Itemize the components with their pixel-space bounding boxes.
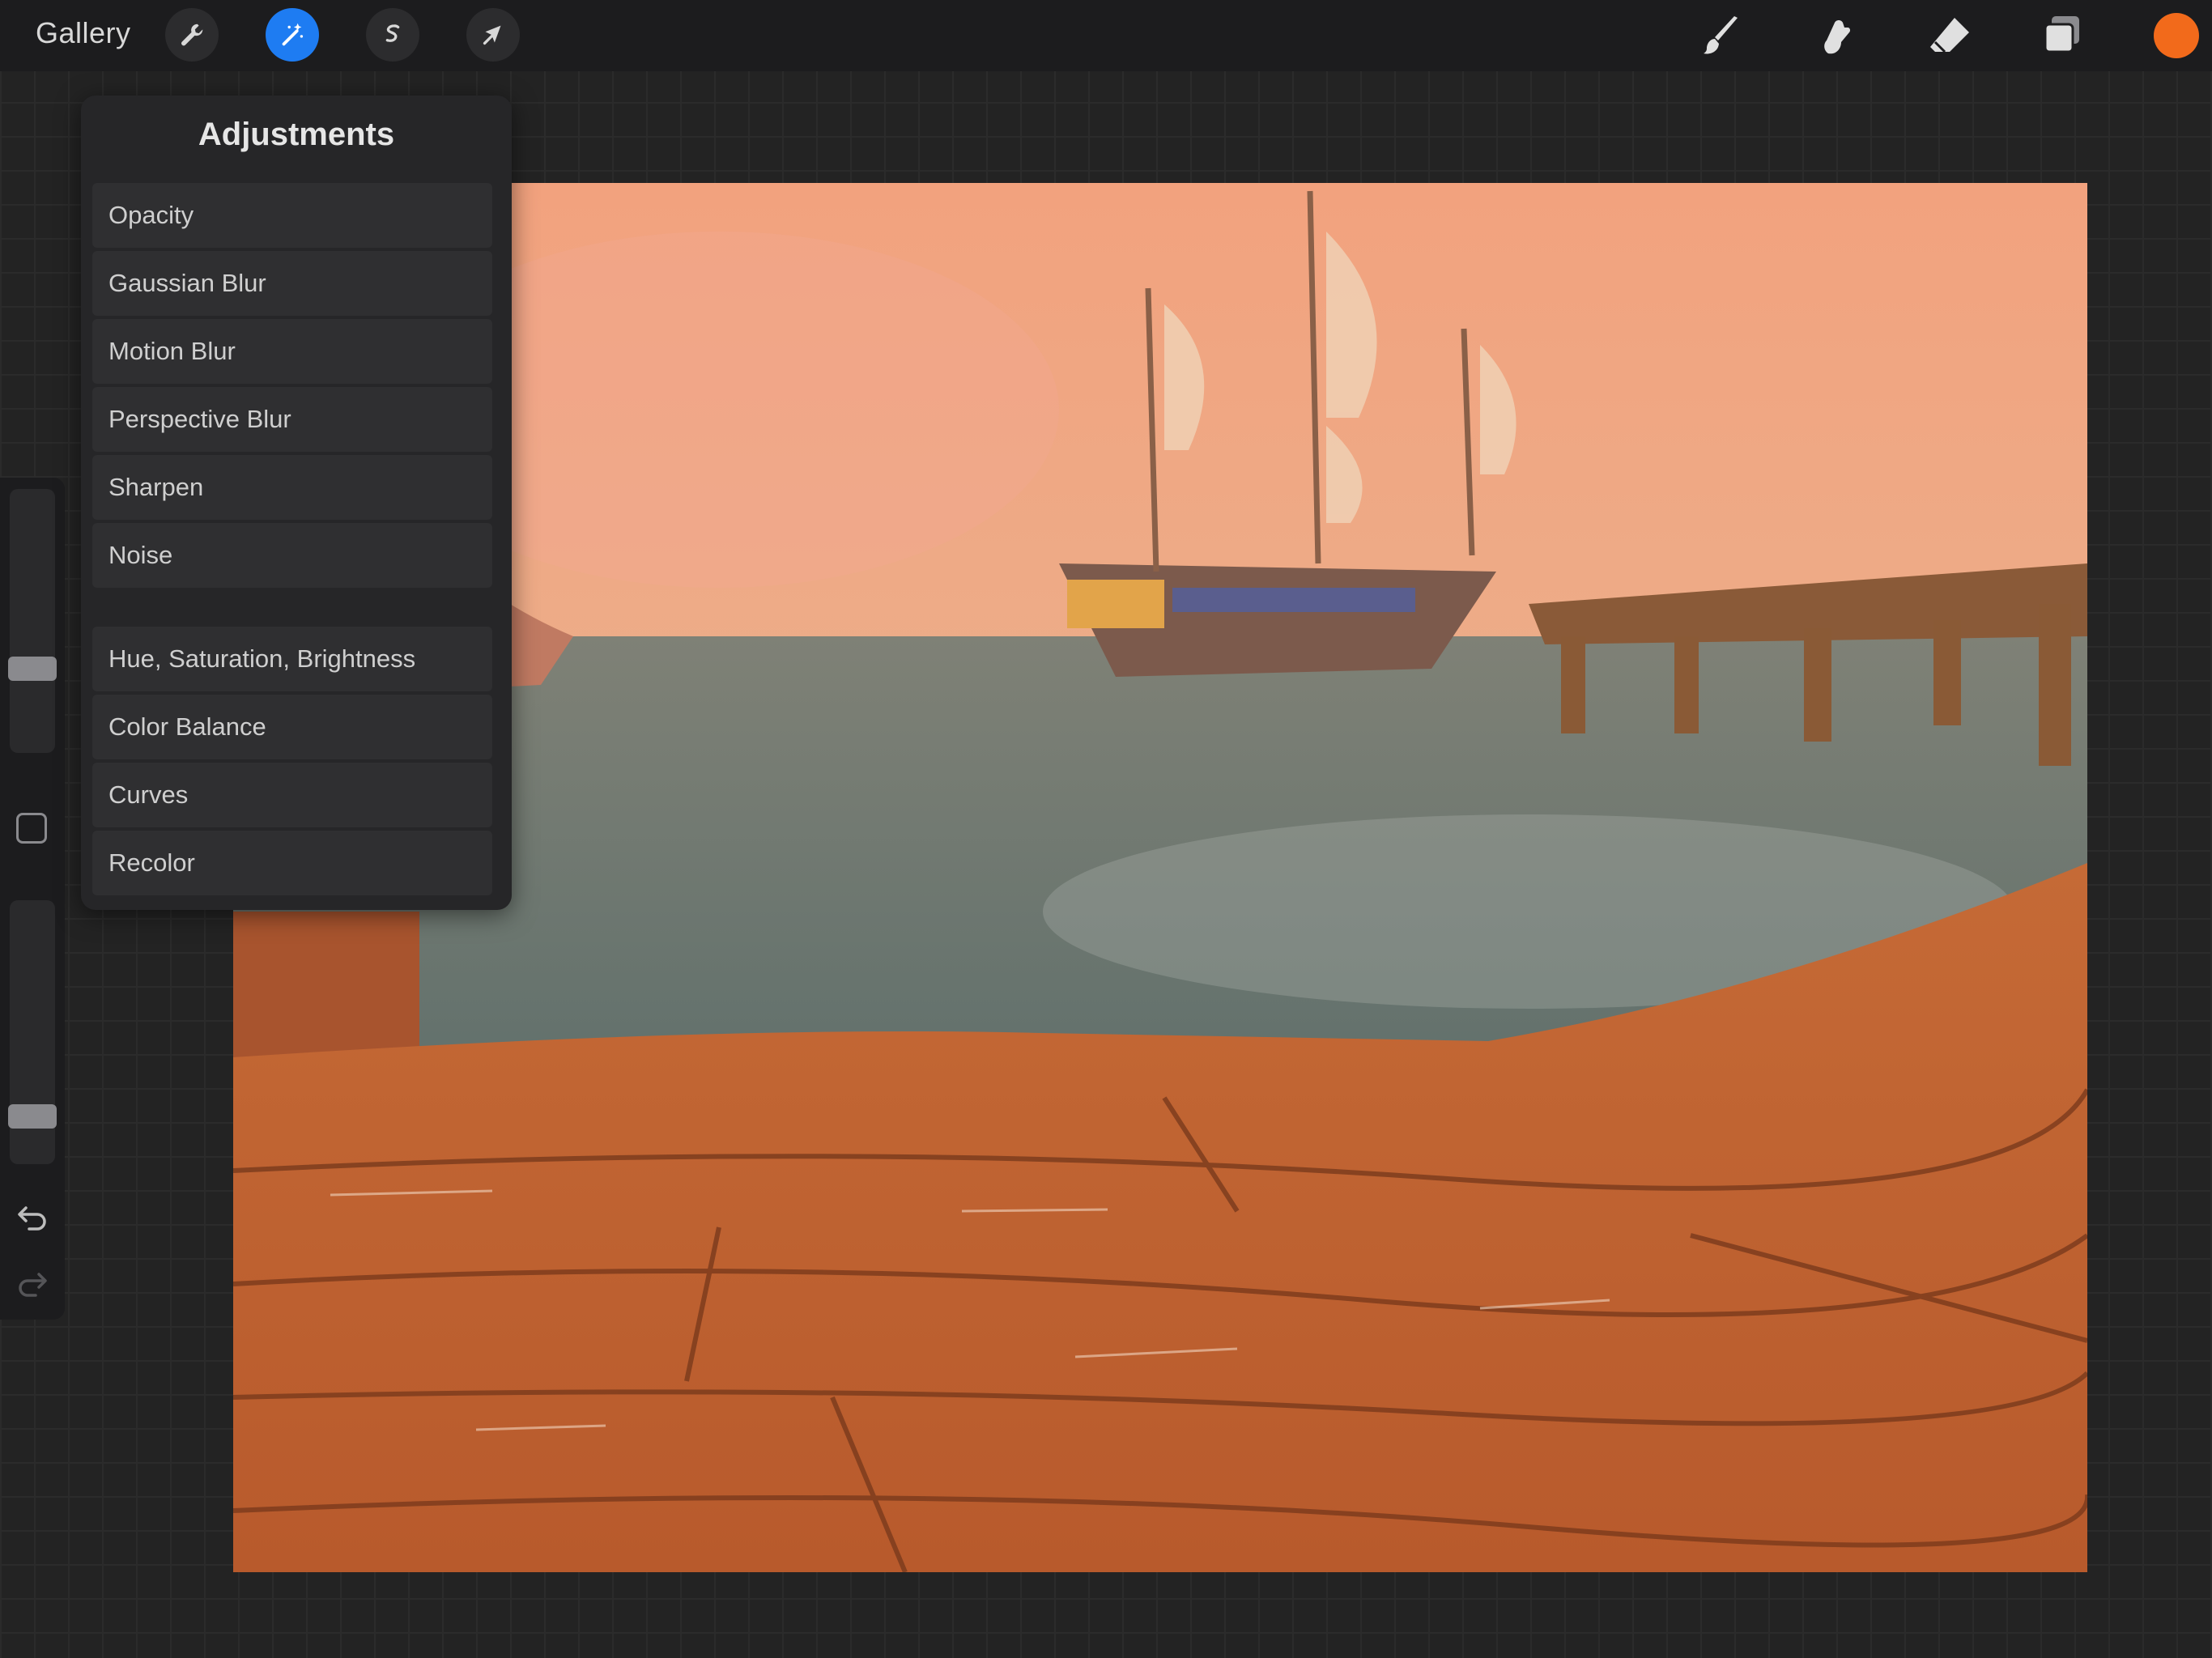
layers-icon xyxy=(2044,16,2079,53)
arrow-cursor-icon xyxy=(483,25,501,45)
brush-opacity-slider-thumb[interactable] xyxy=(8,1104,57,1129)
smudge-tool[interactable] xyxy=(1810,11,1859,60)
menu-item-noise[interactable]: Noise xyxy=(92,523,492,588)
smudge-icon xyxy=(1824,20,1851,54)
modify-square-icon[interactable] xyxy=(16,813,47,844)
menu-item-color-balance[interactable]: Color Balance xyxy=(92,695,492,759)
side-toolbar xyxy=(0,478,65,1320)
adjustments-panel: Adjustments Opacity Gaussian Blur Motion… xyxy=(81,96,512,910)
layers-tool[interactable] xyxy=(2037,11,2086,60)
undo-icon[interactable] xyxy=(15,1198,50,1234)
brush-icon xyxy=(1704,16,1738,54)
adjustments-button[interactable] xyxy=(266,8,319,62)
menu-item-perspective-blur[interactable]: Perspective Blur xyxy=(92,387,492,452)
wrench-icon xyxy=(181,23,203,46)
eraser-icon xyxy=(1930,18,1969,53)
transform-button[interactable] xyxy=(466,8,520,62)
actions-button[interactable] xyxy=(165,8,219,62)
menu-item-curves[interactable]: Curves xyxy=(92,763,492,827)
brush-size-slider-thumb[interactable] xyxy=(8,657,57,681)
magic-wand-icon xyxy=(282,23,304,46)
adjustments-title: Adjustments xyxy=(198,117,395,152)
brush-size-slider[interactable] xyxy=(8,489,57,753)
gallery-button[interactable]: Gallery xyxy=(36,16,131,50)
top-toolbar: Gallery xyxy=(0,0,2212,71)
brush-opacity-slider[interactable] xyxy=(8,900,57,1164)
menu-item-sharpen[interactable]: Sharpen xyxy=(92,455,492,520)
brush-tool[interactable] xyxy=(1697,11,1746,60)
menu-item-opacity[interactable]: Opacity xyxy=(92,183,492,248)
color-picker[interactable] xyxy=(2154,13,2199,58)
menu-item-hue-saturation-brightness[interactable]: Hue, Saturation, Brightness xyxy=(92,627,492,691)
menu-item-gaussian-blur[interactable]: Gaussian Blur xyxy=(92,251,492,316)
selection-button[interactable] xyxy=(366,8,419,62)
menu-item-recolor[interactable]: Recolor xyxy=(92,831,492,895)
redo-icon[interactable] xyxy=(15,1265,50,1300)
eraser-tool[interactable] xyxy=(1925,11,1974,60)
menu-item-motion-blur[interactable]: Motion Blur xyxy=(92,319,492,384)
selection-s-icon xyxy=(385,24,400,42)
